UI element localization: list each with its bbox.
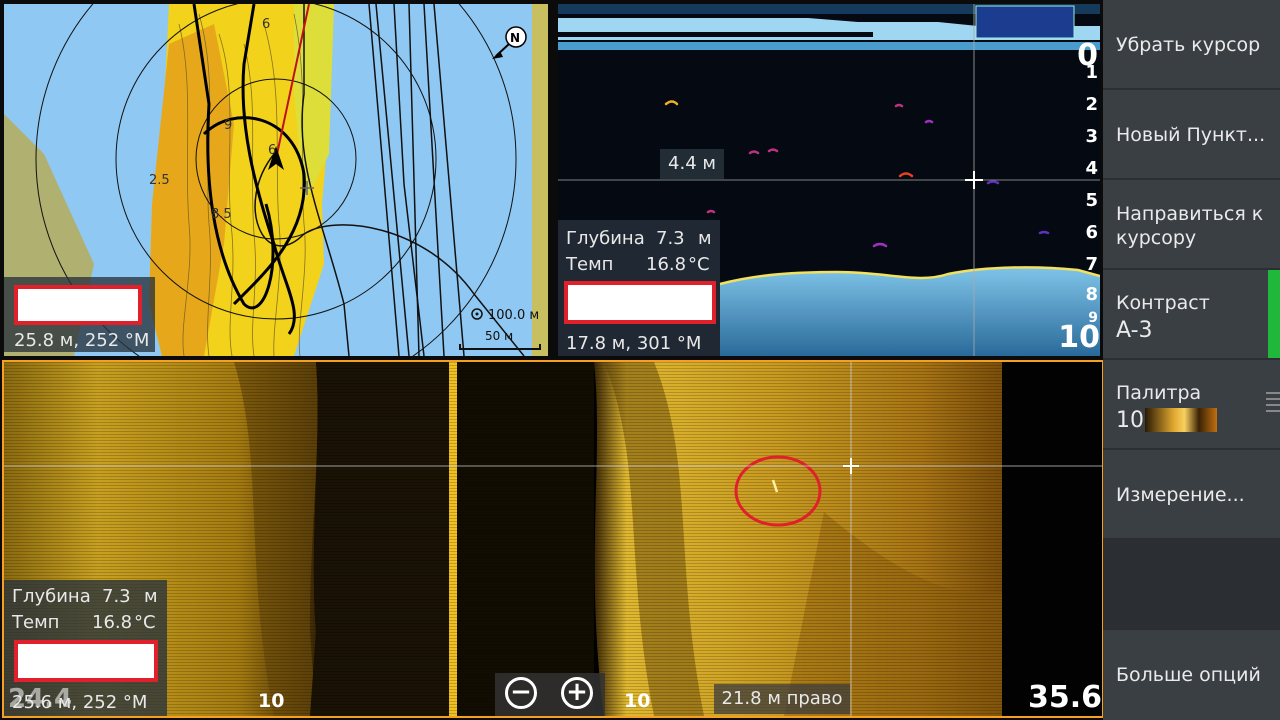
depth-value: 7.3 bbox=[102, 586, 131, 607]
goto-cursor-button[interactable]: Направиться к курсору bbox=[1103, 180, 1280, 268]
cursor-cross-icon bbox=[965, 171, 983, 189]
depth-scale: 0 1 2 3 4 5 6 7 8 9 10 bbox=[1058, 4, 1100, 356]
new-waypoint-button[interactable]: Новый Пункт... bbox=[1103, 90, 1280, 178]
chart-position: 25.8 м, 252 °M bbox=[14, 330, 150, 351]
cursor-distance-label: 21.8 м право bbox=[714, 684, 850, 714]
measure-button[interactable]: Измерение... bbox=[1103, 450, 1280, 538]
temp-value: 16.8 bbox=[646, 254, 687, 275]
contrast-label: Контраст bbox=[1116, 292, 1210, 314]
scale-label: 50 м bbox=[485, 329, 513, 343]
redacted-box bbox=[14, 640, 158, 682]
plus-icon: + bbox=[566, 677, 588, 707]
marker-left: 10 bbox=[258, 690, 285, 712]
scale-tick: 3 bbox=[1085, 126, 1098, 147]
sidescan-position: 25.6 м, 252 °M bbox=[12, 692, 148, 713]
drag-handle-icon[interactable] bbox=[1266, 392, 1280, 412]
depth-label: Глубина bbox=[566, 228, 645, 249]
contour-label: 6 bbox=[268, 143, 276, 158]
menu-spacer bbox=[1103, 540, 1280, 628]
contour-label: 6 bbox=[262, 17, 270, 32]
depth-unit: м bbox=[144, 586, 158, 607]
context-menu: Убрать курсор Новый Пункт... Направиться… bbox=[1103, 0, 1280, 720]
palette-control[interactable]: Палитра 10 bbox=[1103, 360, 1280, 448]
cursor-depth-label: 4.4 м bbox=[660, 149, 724, 179]
scale-tick: 6 bbox=[1085, 222, 1098, 243]
contour-label: 2.5 bbox=[149, 173, 170, 188]
bottom-profile bbox=[720, 267, 1100, 356]
scale-tick: 1 bbox=[1085, 62, 1098, 83]
scale-tick: 7 bbox=[1085, 254, 1098, 275]
north-indicator-icon[interactable] bbox=[492, 26, 527, 59]
redacted-box bbox=[14, 285, 142, 325]
sidescan-info-box: Глубина 7.3 м Темп 16.8 °C 24.4 25.6 м, … bbox=[4, 580, 167, 716]
menu-item-label: Убрать курсор bbox=[1116, 34, 1261, 56]
contour-label: 8.5 bbox=[211, 207, 232, 222]
sonar-panel[interactable]: 4.4 м 0 1 2 3 4 5 6 7 8 9 10 Глубина 7.3… bbox=[558, 4, 1100, 356]
cursor-distance-value: 21.8 м право bbox=[721, 688, 843, 709]
palette-value: 10 bbox=[1116, 408, 1144, 433]
zoom-in-button[interactable]: + bbox=[561, 677, 593, 709]
scale-tick: 2 bbox=[1085, 94, 1098, 115]
palette-swatch bbox=[1145, 408, 1217, 432]
marker-right: 10 bbox=[624, 690, 651, 712]
temp-label: Темп bbox=[566, 254, 614, 275]
contrast-value: A-3 bbox=[1116, 318, 1153, 343]
redacted-box bbox=[564, 281, 716, 324]
more-options-button[interactable]: Больше опций bbox=[1103, 630, 1280, 720]
chart-panel[interactable]: N 6 9 6 8.5 2.5 100.0 м 50 м 25.8 м, 252… bbox=[4, 4, 548, 356]
sidescan-image[interactable] bbox=[4, 362, 1102, 716]
minus-icon: − bbox=[510, 677, 532, 707]
depth-value: 7.3 bbox=[656, 228, 685, 249]
depth-unit: м bbox=[698, 228, 712, 249]
contrast-control[interactable]: Контраст A-3 bbox=[1103, 270, 1280, 358]
menu-item-label: Направиться к курсору bbox=[1116, 203, 1264, 249]
scale-tick: 8 bbox=[1085, 284, 1098, 305]
range-bottom: 10 bbox=[1058, 320, 1100, 355]
scale-tick: 4 bbox=[1085, 158, 1098, 179]
temp-unit: °C bbox=[688, 254, 710, 275]
chart-info-box: 25.8 м, 252 °M bbox=[4, 277, 155, 352]
temp-label: Темп bbox=[12, 612, 60, 633]
range-right: 35.6 bbox=[1027, 680, 1102, 715]
sonar-info-box: Глубина 7.3 м Темп 16.8 °C 17.8 м, 301 °… bbox=[558, 220, 720, 356]
zoom-controls: − + bbox=[495, 673, 605, 716]
north-label: N bbox=[510, 31, 520, 45]
sidescan-panel[interactable]: Глубина 7.3 м Темп 16.8 °C 24.4 25.6 м, … bbox=[2, 360, 1104, 718]
sonar-position: 17.8 м, 301 °M bbox=[566, 333, 702, 354]
remove-cursor-button[interactable]: Убрать курсор bbox=[1103, 0, 1280, 88]
palette-label: Палитра bbox=[1116, 382, 1202, 404]
contour-label: 9 bbox=[224, 118, 232, 133]
scale-bar bbox=[459, 344, 541, 350]
history-window[interactable] bbox=[975, 5, 1075, 39]
temp-unit: °C bbox=[134, 612, 156, 633]
scale-tick: 5 bbox=[1085, 190, 1098, 211]
zoom-out-button[interactable]: − bbox=[505, 677, 537, 709]
menu-item-label: Больше опций bbox=[1116, 664, 1261, 686]
range-label: 100.0 м bbox=[488, 308, 539, 323]
cursor-depth-value: 4.4 м bbox=[668, 153, 716, 174]
depth-label: Глубина bbox=[12, 586, 91, 607]
contrast-level-bar bbox=[1268, 270, 1280, 358]
temp-value: 16.8 bbox=[92, 612, 133, 633]
menu-item-label: Новый Пункт... bbox=[1116, 124, 1266, 146]
menu-item-label: Измерение... bbox=[1116, 484, 1245, 506]
